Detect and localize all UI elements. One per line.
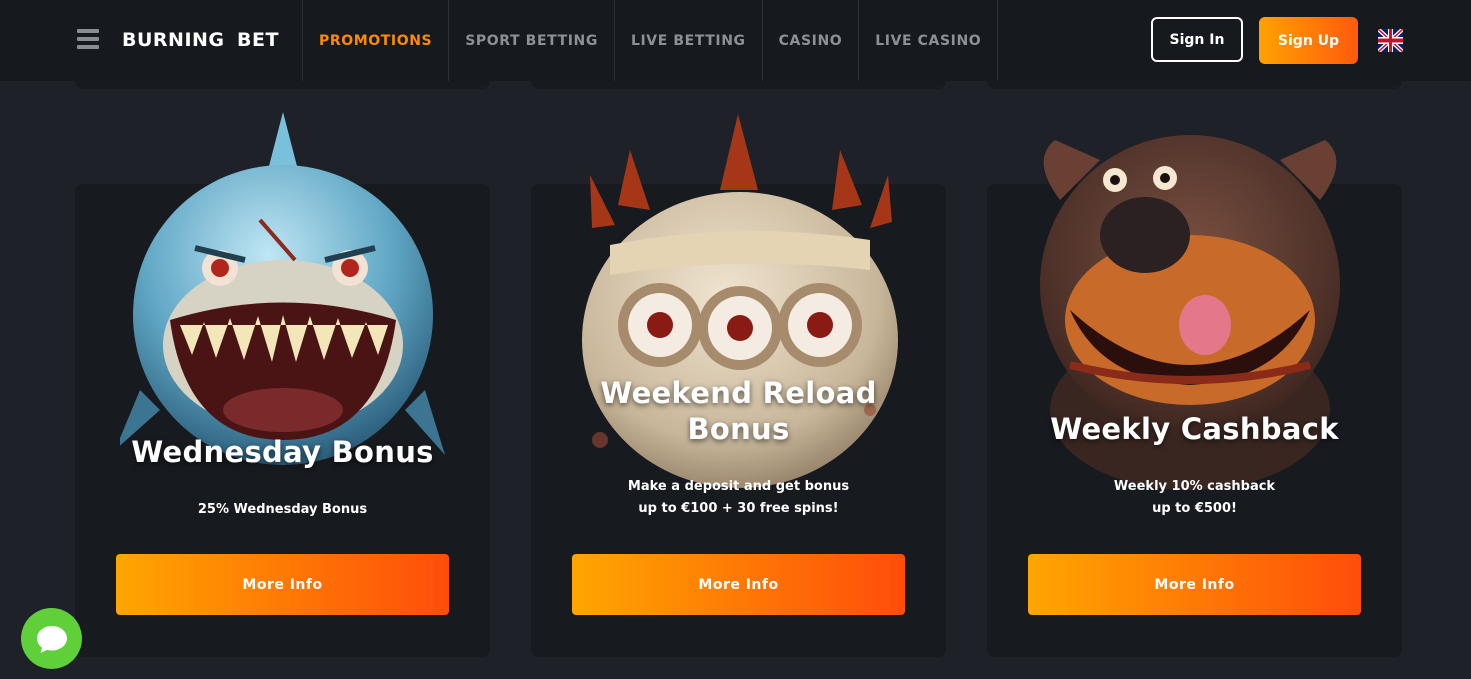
uk-flag-icon[interactable] (1378, 29, 1403, 52)
promo-title-weekend-line1: Weekend Reload (600, 376, 877, 410)
more-info-button-wednesday[interactable]: More Info (116, 554, 449, 615)
nav-promotions[interactable]: PROMOTIONS (302, 0, 448, 81)
promo-desc-cashback: Weekly 10% cashback up to €500! (987, 476, 1402, 520)
sign-in-button[interactable]: Sign In (1151, 17, 1243, 62)
nav-live-betting[interactable]: LIVE BETTING (613, 0, 762, 81)
nav-live-casino[interactable]: LIVE CASINO (858, 0, 999, 81)
promo-title-wednesday: Wednesday Bonus (131, 435, 434, 469)
promo-desc-cashback-line1: Weekly 10% cashback (1113, 479, 1276, 494)
more-info-button-cashback[interactable]: More Info (1028, 554, 1361, 615)
shark-character (120, 112, 445, 465)
promo-desc-cashback-line2: up to €500! (1152, 501, 1237, 516)
logo-bet[interactable]: BET (237, 29, 279, 51)
site-header: BURNING BET PROMOTIONS SPORT BETTING LIV… (0, 0, 1471, 81)
more-info-button-weekend[interactable]: More Info (572, 554, 905, 615)
promo-desc-weekend-line1: Make a deposit and get bonus (627, 479, 850, 494)
promo-desc-weekend-line2: up to €100 + 30 free spins! (638, 501, 839, 516)
sign-up-button[interactable]: Sign Up (1259, 17, 1358, 64)
promo-title-weekend-line2: Bonus (687, 412, 790, 446)
logo-burning[interactable]: BURNING (122, 29, 225, 51)
chat-widget-button[interactable] (21, 608, 82, 669)
promo-title-weekend: Weekend Reload Bonus (531, 375, 946, 447)
menu-icon[interactable] (77, 29, 99, 51)
promo-desc-wednesday: 25% Wednesday Bonus (197, 502, 368, 517)
promo-desc-weekend: Make a deposit and get bonus up to €100 … (531, 476, 946, 520)
promo-title-cashback: Weekly Cashback (1050, 412, 1339, 446)
nav-sport-betting[interactable]: SPORT BETTING (448, 0, 614, 81)
nav-casino[interactable]: CASINO (761, 0, 859, 81)
chat-bubble-icon (36, 625, 67, 653)
main-nav: PROMOTIONS SPORT BETTING LIVE BETTING CA… (302, 0, 999, 81)
